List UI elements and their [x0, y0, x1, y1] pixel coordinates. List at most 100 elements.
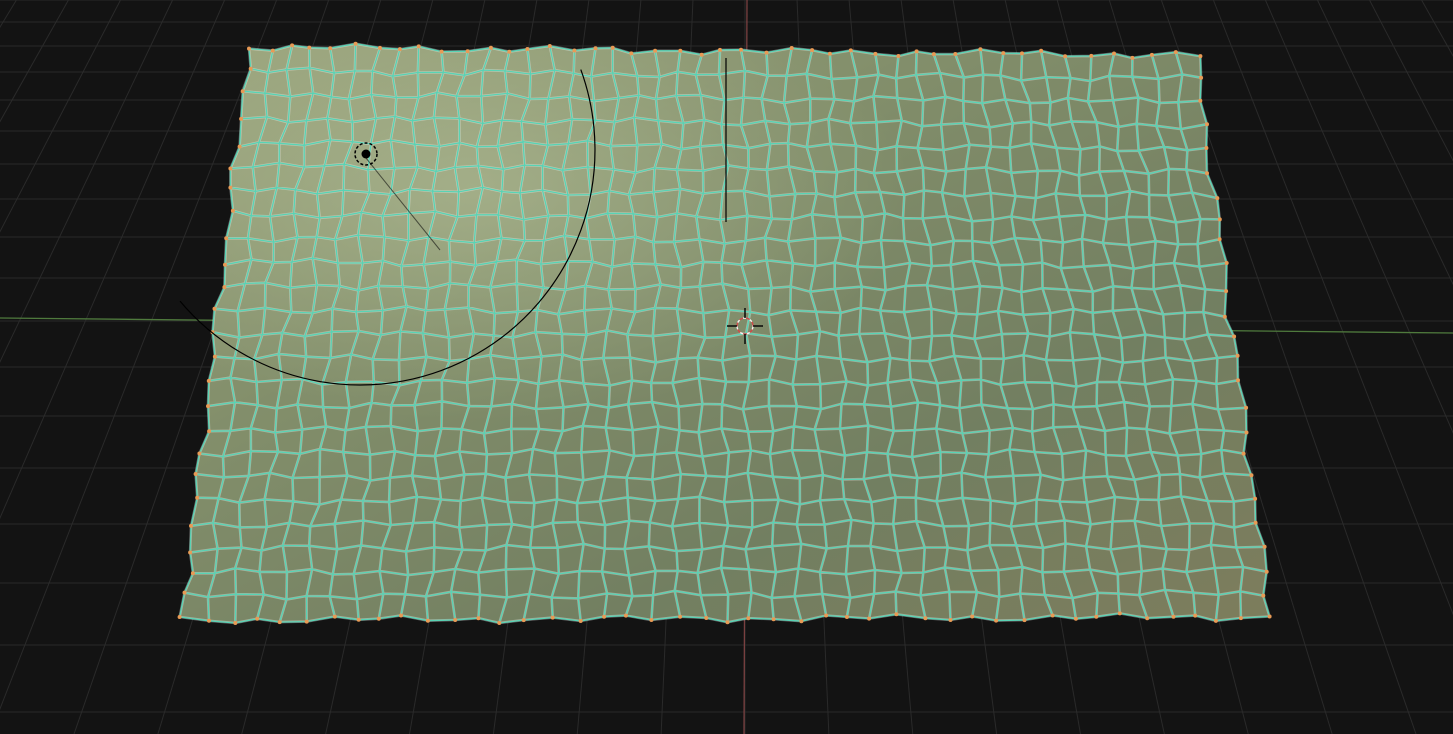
mesh-vertex[interactable]: [1145, 616, 1150, 621]
mesh-vertex[interactable]: [465, 49, 470, 54]
mesh-vertex[interactable]: [923, 616, 928, 621]
mesh-vertex[interactable]: [1199, 75, 1204, 80]
mesh-vertex[interactable]: [718, 47, 722, 52]
mesh-vertex[interactable]: [425, 618, 430, 623]
mesh-vertex[interactable]: [547, 44, 552, 48]
mesh-vertex[interactable]: [193, 472, 198, 476]
mesh-vertex[interactable]: [953, 52, 958, 56]
mesh-vertex[interactable]: [1215, 196, 1220, 201]
mesh-vertex[interactable]: [629, 51, 634, 56]
mesh-vertex[interactable]: [1253, 496, 1258, 501]
mesh-vertex[interactable]: [994, 618, 999, 623]
mesh-vertex[interactable]: [1039, 48, 1044, 53]
mesh-vertex[interactable]: [290, 43, 295, 48]
mesh-vertex[interactable]: [177, 615, 182, 619]
mesh-vertex[interactable]: [206, 378, 211, 383]
mesh-vertex[interactable]: [948, 618, 953, 622]
mesh-vertex[interactable]: [328, 46, 333, 51]
mesh-vertex[interactable]: [476, 616, 481, 621]
mesh-vertex[interactable]: [725, 620, 730, 625]
mesh-vertex[interactable]: [1205, 171, 1209, 176]
mesh-vertex[interactable]: [1089, 53, 1094, 58]
mesh-vertex[interactable]: [1244, 430, 1249, 435]
mesh-vertex[interactable]: [1241, 451, 1246, 456]
mesh-vertex[interactable]: [189, 523, 193, 528]
mesh-vertex[interactable]: [247, 46, 251, 51]
mesh-vertex[interactable]: [1224, 261, 1229, 265]
mesh-vertex[interactable]: [378, 45, 382, 50]
mesh-vertex[interactable]: [1171, 614, 1176, 619]
mesh-vertex[interactable]: [240, 89, 245, 94]
mesh-vertex[interactable]: [649, 618, 654, 622]
mesh-vertex[interactable]: [970, 614, 975, 619]
mesh-vertex[interactable]: [228, 185, 233, 190]
mesh-vertex[interactable]: [699, 52, 704, 57]
mesh-vertex[interactable]: [810, 48, 815, 53]
mesh-vertex[interactable]: [1222, 314, 1227, 319]
mesh-vertex[interactable]: [1249, 473, 1254, 478]
mesh-vertex[interactable]: [207, 618, 211, 623]
mesh-vertex[interactable]: [1217, 237, 1222, 242]
3d-viewport[interactable]: [0, 0, 1453, 734]
mesh-vertex[interactable]: [623, 613, 628, 618]
mesh-vertex[interactable]: [1149, 52, 1154, 57]
mesh-vertex[interactable]: [224, 236, 229, 241]
mesh-vertex[interactable]: [1205, 122, 1209, 127]
mesh-vertex[interactable]: [1261, 593, 1266, 598]
mesh-vertex[interactable]: [1173, 50, 1178, 55]
mesh-vertex[interactable]: [376, 616, 381, 621]
mesh-vertex[interactable]: [678, 48, 683, 53]
mesh-vertex[interactable]: [397, 47, 402, 52]
mesh-vertex[interactable]: [212, 354, 217, 359]
mesh-vertex[interactable]: [212, 306, 217, 311]
mesh-vertex[interactable]: [230, 208, 235, 213]
mesh-vertex[interactable]: [827, 51, 832, 56]
mesh-vertex[interactable]: [206, 404, 210, 409]
mesh-vertex[interactable]: [1112, 51, 1116, 56]
mesh-vertex[interactable]: [1050, 613, 1055, 618]
mesh-vertex[interactable]: [1238, 616, 1243, 621]
mesh-vertex[interactable]: [233, 621, 238, 625]
mesh-vertex[interactable]: [844, 615, 849, 619]
mesh-vertex[interactable]: [867, 616, 872, 621]
mesh-vertex[interactable]: [399, 613, 403, 618]
mesh-vertex[interactable]: [914, 49, 919, 54]
mesh-vertex[interactable]: [824, 613, 829, 618]
mesh-vertex[interactable]: [704, 616, 709, 620]
mesh-vertex[interactable]: [497, 621, 502, 625]
mesh-vertex[interactable]: [873, 51, 878, 56]
mesh-vertex[interactable]: [307, 45, 312, 50]
mesh-vertex[interactable]: [1204, 146, 1209, 150]
mesh-vertex[interactable]: [190, 571, 195, 576]
mesh-vertex[interactable]: [610, 45, 615, 50]
mesh-vertex[interactable]: [978, 47, 983, 52]
mesh-vertex[interactable]: [223, 262, 227, 267]
mesh-vertex[interactable]: [764, 50, 769, 55]
mesh-vertex[interactable]: [1073, 616, 1078, 621]
mesh-vertex[interactable]: [1262, 544, 1267, 549]
mesh-vertex[interactable]: [550, 615, 555, 620]
mesh-vertex[interactable]: [188, 550, 193, 555]
mesh-vertex[interactable]: [746, 616, 751, 621]
mesh-vertex[interactable]: [1244, 405, 1249, 410]
mesh-vertex[interactable]: [771, 617, 776, 622]
mesh-vertex[interactable]: [195, 495, 200, 500]
mesh-vertex[interactable]: [1213, 618, 1218, 623]
mesh-vertex[interactable]: [678, 614, 683, 619]
mesh-vertex[interactable]: [1094, 614, 1099, 619]
mesh-vertex[interactable]: [894, 612, 899, 617]
mesh-vertex[interactable]: [228, 166, 233, 171]
mesh-vertex[interactable]: [416, 44, 421, 49]
mesh-vertex[interactable]: [488, 45, 493, 50]
mesh-vertex[interactable]: [578, 619, 583, 623]
mesh-vertex[interactable]: [237, 144, 242, 149]
mesh-vertex[interactable]: [507, 49, 512, 54]
mesh-vertex[interactable]: [222, 285, 227, 290]
mesh-vertex[interactable]: [931, 52, 936, 57]
mesh-vertex[interactable]: [1232, 334, 1237, 339]
mesh-vertex[interactable]: [799, 619, 804, 624]
mesh-vertex[interactable]: [1130, 55, 1135, 60]
mesh-vertex[interactable]: [353, 41, 358, 46]
mesh-vertex[interactable]: [525, 47, 530, 51]
mesh-vertex[interactable]: [1224, 289, 1229, 294]
